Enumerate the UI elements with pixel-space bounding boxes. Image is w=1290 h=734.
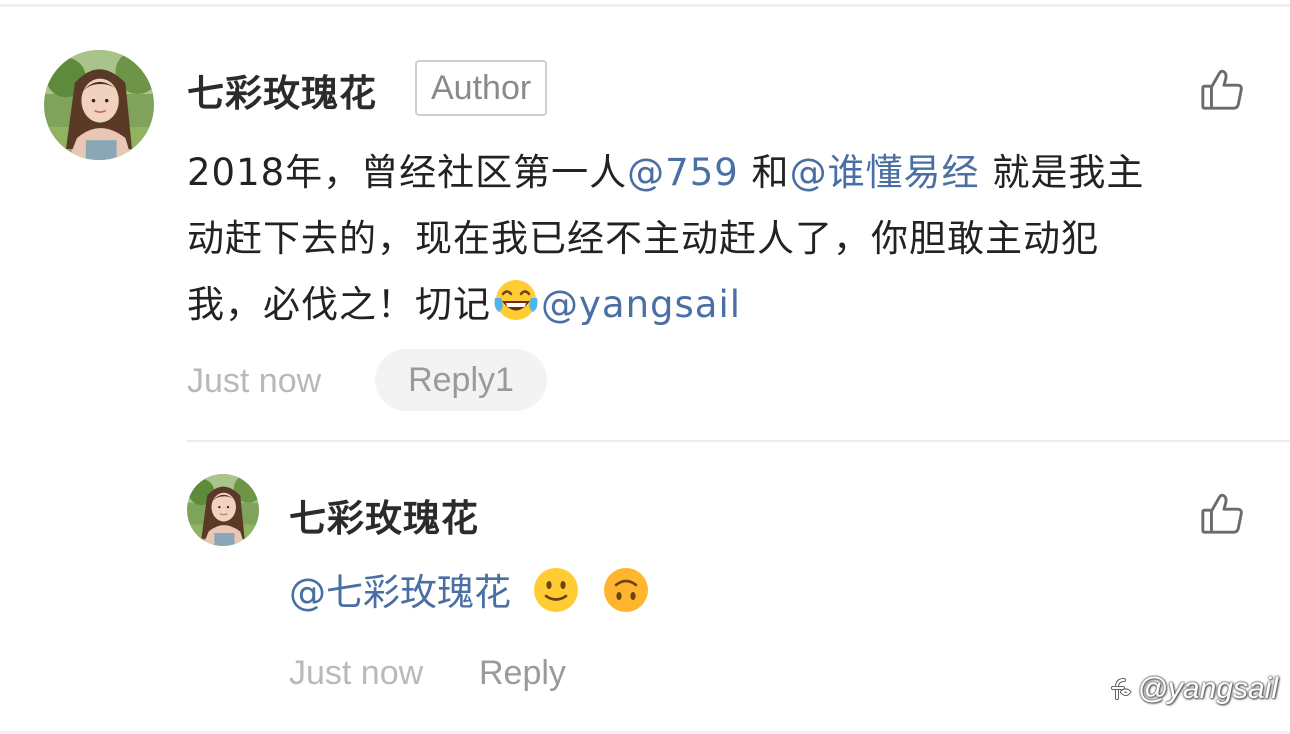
watermark: @yangsail [1109,672,1278,706]
laughing-tears-emoji [491,276,541,326]
top-divider [0,4,1290,7]
mention-link[interactable]: @七彩玫瑰花 [289,571,511,614]
author-badge: Author [415,60,548,116]
reply-button[interactable]: Reply [479,654,566,693]
reply-timestamp: Just now [289,654,424,692]
comment-body-line-2: 动赶下去的，现在我已经不主动赶人了，你胆敢主动犯 [187,217,1099,260]
thumbs-up-icon[interactable] [1199,67,1245,113]
reply-divider [187,440,1290,442]
comment-body: 2018年，曾经社区第一人@759 和@谁懂易经 就是我主 动赶下去的，现在我已… [187,140,1237,338]
reply-author-avatar[interactable] [187,474,259,546]
body-text-segment: 就是我主 [979,151,1145,194]
thumbs-up-icon[interactable] [1199,491,1245,537]
watermark-text: @yangsail [1137,672,1278,705]
body-text-segment: 2018年，曾经社区第一人 [187,151,628,194]
reply-button[interactable]: Reply1 [375,349,547,411]
comment-author-avatar[interactable] [44,50,154,160]
mention-link[interactable]: @759 [627,151,739,194]
comment-body-line-3: 我，必伐之！切记 @yangsail [187,272,1237,338]
slightly-smiling-emoji [531,565,581,615]
mention-link[interactable]: @yangsail [541,283,741,326]
comment-body-line-1: 2018年，曾经社区第一人@759 和@谁懂易经 就是我主 [187,140,1237,206]
reply-body: @七彩玫瑰花 [289,563,651,623]
body-text-segment: 和 [738,151,790,194]
comment-author-name[interactable]: 七彩玫瑰花 [187,63,377,117]
upside-down-smiling-emoji [601,565,651,615]
watermark-logo-icon [1109,677,1133,701]
comment-timestamp: Just now [187,362,322,400]
reply-author-name[interactable]: 七彩玫瑰花 [289,488,479,542]
mention-link[interactable]: @谁懂易经 [790,151,980,194]
body-text-segment: 我，必伐之！切记 [187,283,491,326]
